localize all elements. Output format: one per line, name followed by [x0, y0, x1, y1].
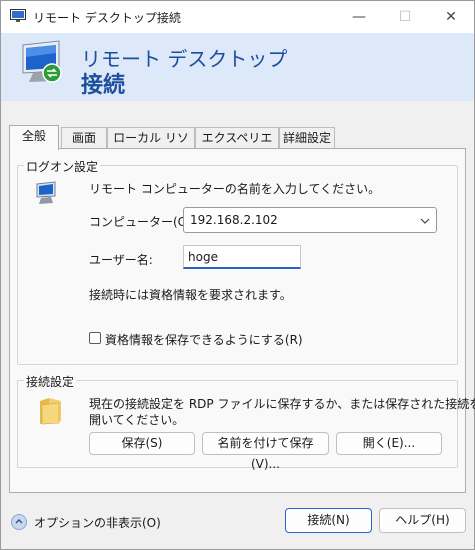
folder-icon	[40, 398, 61, 425]
save-button[interactable]: 保存(S)	[89, 432, 195, 455]
connection-settings-legend: 接続設定	[24, 373, 77, 390]
tab-local-resources[interactable]: ローカル リソース	[107, 127, 195, 166]
hide-options-label[interactable]: オプションの非表示(O)	[34, 514, 161, 531]
remote-desktop-logo-icon	[22, 40, 62, 83]
close-icon: ✕	[445, 9, 457, 25]
remote-desktop-window: リモート デスクトップ接続 — ☐ ✕ リモート デスクトップ 接続 全般 画面…	[0, 0, 475, 550]
minimize-icon: —	[352, 9, 366, 25]
minimize-button[interactable]: —	[336, 1, 382, 33]
connection-description-line1: 現在の接続設定を RDP ファイルに保存するか、または保存された接続を	[89, 397, 475, 411]
tab-general[interactable]: 全般	[9, 125, 59, 150]
username-value: hoge	[188, 250, 218, 264]
computer-icon	[36, 181, 56, 204]
maximize-button[interactable]: ☐	[382, 1, 428, 33]
help-button[interactable]: ヘルプ(H)	[379, 508, 466, 533]
logon-instruction-text: リモート コンピューターの名前を入力してください。	[89, 182, 381, 196]
chevron-down-icon	[420, 218, 430, 224]
maximize-icon: ☐	[398, 9, 412, 25]
banner-title-line2: 接続	[81, 73, 126, 98]
computer-label: コンピューター(C):	[89, 215, 195, 229]
computer-value: 192.168.2.102	[190, 213, 278, 227]
header-banner: リモート デスクトップ 接続	[1, 33, 474, 101]
save-credentials-checkbox[interactable]	[89, 332, 101, 344]
hide-options-toggle[interactable]	[11, 514, 27, 530]
computer-combobox[interactable]: 192.168.2.102	[183, 207, 437, 233]
open-button[interactable]: 開く(E)...	[336, 432, 442, 455]
close-button[interactable]: ✕	[428, 1, 474, 33]
window-title: リモート デスクトップ接続	[33, 11, 181, 25]
tab-display[interactable]: 画面	[61, 127, 107, 148]
username-input[interactable]: hoge	[183, 245, 301, 269]
connection-description-line2: 開いてください。	[89, 413, 185, 427]
connect-button[interactable]: 接続(N)	[285, 508, 372, 533]
remote-desktop-app-icon	[10, 9, 26, 22]
username-label: ユーザー名:	[89, 253, 153, 267]
save-credentials-label[interactable]: 資格情報を保存できるようにする(R)	[105, 331, 303, 348]
logon-settings-legend: ログオン設定	[24, 158, 101, 175]
tab-advanced[interactable]: 詳細設定	[279, 127, 335, 148]
save-as-button[interactable]: 名前を付けて保存(V)...	[202, 432, 329, 471]
title-bar: リモート デスクトップ接続 — ☐ ✕	[1, 1, 474, 33]
tab-experience[interactable]: エクスペリエンス	[195, 127, 279, 166]
credential-note: 接続時には資格情報を要求されます。	[89, 288, 292, 302]
chevron-up-icon	[15, 519, 23, 524]
